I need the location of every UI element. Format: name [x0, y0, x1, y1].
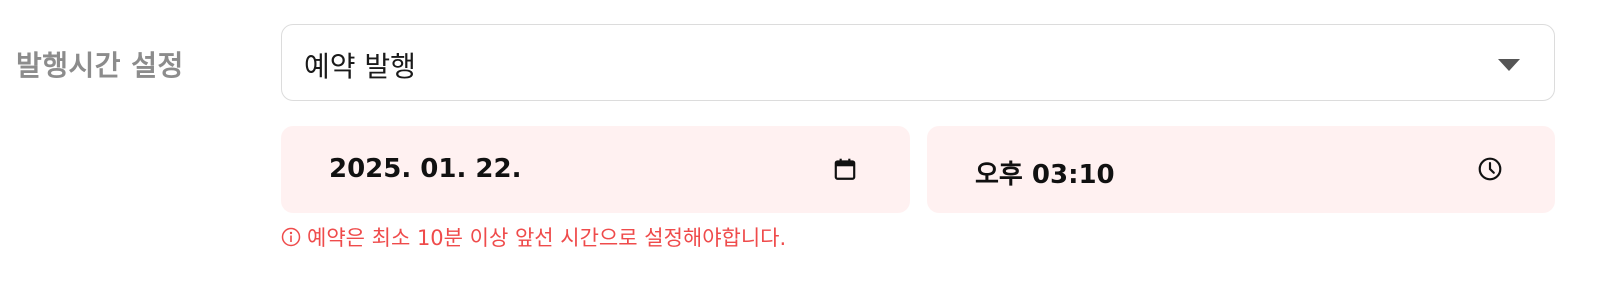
calendar-icon[interactable] [832, 156, 858, 182]
date-value: 2025. 01. 22. [329, 154, 522, 184]
publish-time-label: 발행시간 설정 [16, 49, 184, 82]
date-input[interactable]: 2025. 01. 22. [281, 126, 910, 213]
error-text: 예약은 최소 10분 이상 앞선 시간으로 설정해야합니다. [307, 226, 787, 250]
publish-type-select[interactable]: 예약 발행 [281, 24, 1555, 101]
error-message: 예약은 최소 10분 이상 앞선 시간으로 설정해야합니다. [281, 222, 786, 252]
clock-icon[interactable] [1477, 156, 1503, 182]
chevron-down-icon [1498, 59, 1520, 71]
info-icon [281, 227, 301, 247]
time-input[interactable]: 오후 03:10 [927, 126, 1555, 213]
publish-type-value: 예약 발행 [304, 50, 416, 83]
time-value: 오후 03:10 [975, 160, 1115, 190]
